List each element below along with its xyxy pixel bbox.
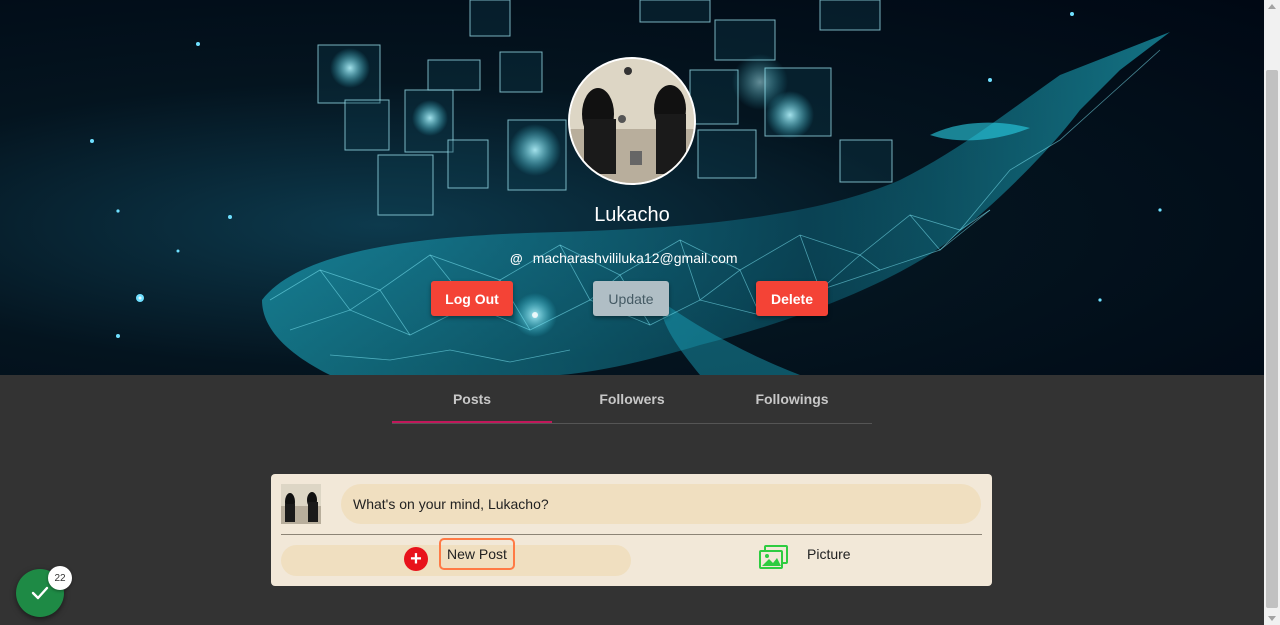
scroll-up-icon[interactable] — [1268, 4, 1276, 9]
tab-posts[interactable]: Posts — [392, 375, 552, 423]
delete-button[interactable]: Delete — [756, 281, 828, 316]
composer-avatar — [281, 484, 321, 524]
post-composer: What's on your mind, Lukacho? + New Post… — [271, 474, 992, 586]
profile-username: Lukacho — [594, 204, 670, 226]
post-text-input[interactable]: What's on your mind, Lukacho? — [341, 484, 981, 524]
update-button[interactable]: Update — [593, 281, 669, 316]
tab-followings[interactable]: Followings — [712, 375, 872, 422]
composer-divider — [281, 534, 982, 535]
profile-email: macharashvililuka12@gmail.com — [532, 250, 738, 266]
notification-count-badge: 22 — [48, 566, 72, 590]
scroll-down-icon[interactable] — [1268, 616, 1276, 621]
tab-followers[interactable]: Followers — [552, 375, 712, 422]
picture-button-label[interactable]: Picture — [807, 546, 851, 562]
logout-button[interactable]: Log Out — [431, 281, 513, 316]
page-scrollbar[interactable] — [1264, 0, 1280, 625]
at-icon: @ — [510, 250, 523, 266]
profile-email-row: @ macharashvililuka12@gmail.com — [510, 250, 738, 266]
check-icon — [31, 586, 49, 600]
profile-cover: Lukacho @ macharashvililuka12@gmail.com … — [0, 0, 1264, 375]
plus-icon[interactable]: + — [404, 547, 428, 571]
profile-tabs: Posts Followers Followings — [392, 375, 872, 424]
image-icon[interactable] — [759, 545, 789, 569]
new-post-label[interactable]: New Post — [439, 538, 515, 570]
scrollbar-thumb[interactable] — [1266, 70, 1278, 608]
profile-avatar — [568, 57, 696, 185]
